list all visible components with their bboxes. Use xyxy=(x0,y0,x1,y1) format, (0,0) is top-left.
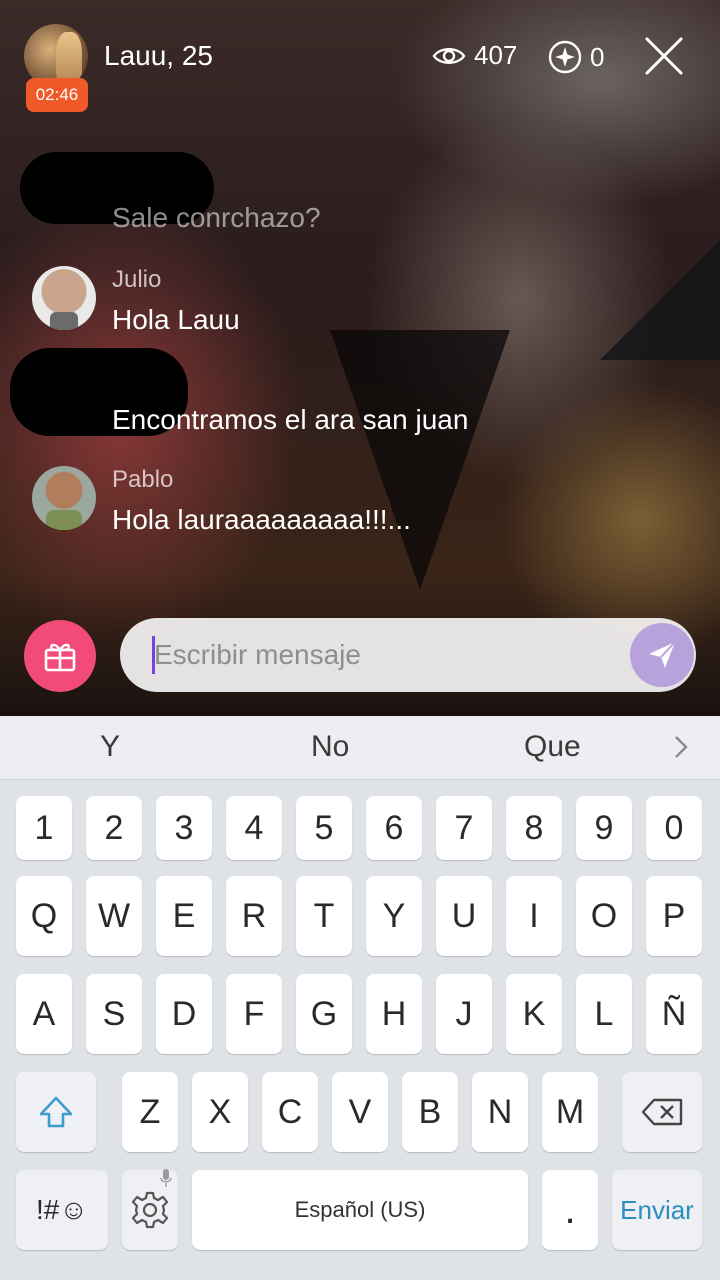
shift-key[interactable] xyxy=(16,1072,96,1152)
key-v[interactable]: V xyxy=(332,1072,388,1152)
eye-icon xyxy=(432,47,466,64)
video-shadow xyxy=(600,240,720,360)
shift-icon xyxy=(39,1096,73,1128)
chat-message-text: Sale conrchazo? xyxy=(112,202,321,233)
key-4[interactable]: 4 xyxy=(226,796,282,860)
key-r[interactable]: R xyxy=(226,876,282,956)
key-n[interactable]: N xyxy=(472,1072,528,1152)
key-enye[interactable]: Ñ xyxy=(646,974,702,1054)
key-1[interactable]: 1 xyxy=(16,796,72,860)
key-j[interactable]: J xyxy=(436,974,492,1054)
key-a[interactable]: A xyxy=(16,974,72,1054)
key-f[interactable]: F xyxy=(226,974,282,1054)
key-t[interactable]: T xyxy=(296,876,352,956)
key-u[interactable]: U xyxy=(436,876,492,956)
gift-icon xyxy=(44,643,76,672)
key-c[interactable]: C xyxy=(262,1072,318,1152)
key-d[interactable]: D xyxy=(156,974,212,1054)
chat-message-text: Hola lauraaaaaaaaa!!!... xyxy=(112,504,411,535)
user-avatar[interactable] xyxy=(32,266,96,330)
key-8[interactable]: 8 xyxy=(506,796,562,860)
close-icon xyxy=(645,37,683,75)
message-composer[interactable] xyxy=(120,618,696,692)
suggestion-item[interactable]: Y xyxy=(100,730,120,764)
key-w[interactable]: W xyxy=(86,876,142,956)
key-k[interactable]: K xyxy=(506,974,562,1054)
symbols-key[interactable]: !#☺ xyxy=(16,1170,108,1250)
video-shadow xyxy=(330,330,510,590)
gear-icon xyxy=(131,1191,169,1229)
chat-message-author[interactable]: Julio xyxy=(112,266,161,294)
viewer-count-value: 407 xyxy=(474,40,518,70)
star-count-value: 0 xyxy=(590,41,605,72)
period-key[interactable]: . xyxy=(542,1170,598,1250)
message-input[interactable] xyxy=(154,618,624,692)
chat-message-text: Hola Lauu xyxy=(112,304,240,335)
backspace-icon xyxy=(641,1098,683,1126)
star-count: 0 xyxy=(548,40,604,74)
backspace-key[interactable] xyxy=(622,1072,702,1152)
key-z[interactable]: Z xyxy=(122,1072,178,1152)
key-i[interactable]: I xyxy=(506,876,562,956)
user-avatar[interactable] xyxy=(32,466,96,530)
key-y[interactable]: Y xyxy=(366,876,422,956)
close-button[interactable] xyxy=(644,36,684,76)
suggestion-item[interactable]: Que xyxy=(524,730,581,764)
key-h[interactable]: H xyxy=(366,974,422,1054)
send-icon xyxy=(649,641,676,668)
key-q[interactable]: Q xyxy=(16,876,72,956)
key-x[interactable]: X xyxy=(192,1072,248,1152)
host-name[interactable]: Lauu, 25 xyxy=(104,40,213,72)
star-icon xyxy=(548,40,582,74)
enter-key[interactable]: Enviar xyxy=(612,1170,702,1250)
key-2[interactable]: 2 xyxy=(86,796,142,860)
chat-message-author[interactable]: Pablo xyxy=(112,466,173,494)
gift-button[interactable] xyxy=(24,620,96,692)
viewer-count: 407 xyxy=(432,40,517,71)
key-b[interactable]: B xyxy=(402,1072,458,1152)
key-9[interactable]: 9 xyxy=(576,796,632,860)
key-p[interactable]: P xyxy=(646,876,702,956)
suggestion-bar: Y No Que xyxy=(0,716,720,780)
key-7[interactable]: 7 xyxy=(436,796,492,860)
key-l[interactable]: L xyxy=(576,974,632,1054)
chat-message-text: Encontramos el ara san juan xyxy=(112,404,469,435)
key-s[interactable]: S xyxy=(86,974,142,1054)
chevron-right-icon[interactable] xyxy=(672,734,690,760)
key-3[interactable]: 3 xyxy=(156,796,212,860)
stream-header: 02:46 Lauu, 25 407 0 xyxy=(0,0,720,120)
key-g[interactable]: G xyxy=(296,974,352,1054)
key-0[interactable]: 0 xyxy=(646,796,702,860)
key-6[interactable]: 6 xyxy=(366,796,422,860)
key-e[interactable]: E xyxy=(156,876,212,956)
key-5[interactable]: 5 xyxy=(296,796,352,860)
send-button[interactable] xyxy=(630,623,694,687)
keyboard-settings-key[interactable] xyxy=(122,1169,178,1250)
key-o[interactable]: O xyxy=(576,876,632,956)
onscreen-keyboard: Y No Que 1 2 3 4 5 6 7 8 9 0 Q W E R T Y… xyxy=(0,716,720,1280)
live-timer-badge: 02:46 xyxy=(26,78,88,112)
space-key[interactable]: Español (US) xyxy=(192,1170,528,1250)
mic-icon xyxy=(160,1169,172,1187)
suggestion-item[interactable]: No xyxy=(311,730,349,764)
key-m[interactable]: M xyxy=(542,1072,598,1152)
